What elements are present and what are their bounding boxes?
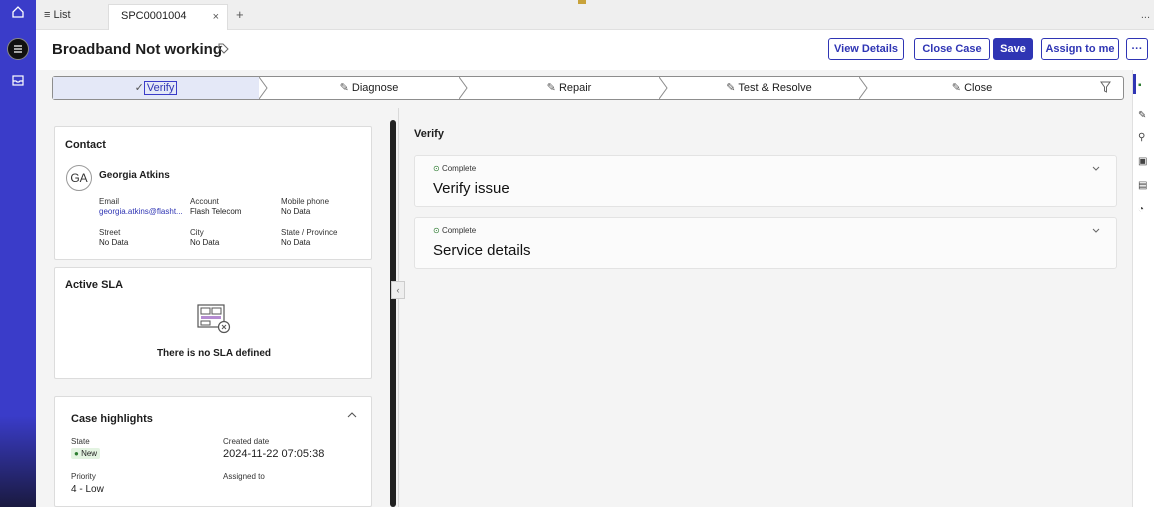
step-close[interactable]: ✎ Close	[869, 77, 1075, 99]
city-label: City	[190, 228, 204, 237]
accordion-title: Service details	[433, 242, 531, 259]
pane-divider	[398, 108, 399, 507]
inbox-icon[interactable]	[8, 72, 28, 92]
location-icon[interactable]: ⚲	[1138, 132, 1145, 143]
left-scrollbar[interactable]	[390, 120, 396, 507]
save-button[interactable]: Save	[993, 38, 1033, 60]
view-details-button[interactable]: View Details	[828, 38, 904, 60]
chevron-down-icon[interactable]	[1092, 164, 1100, 174]
pencil-icon: ✎	[546, 82, 556, 94]
pencil-icon: ✎	[726, 82, 736, 94]
home-icon[interactable]	[8, 4, 28, 24]
street-value: No Data	[99, 238, 129, 247]
step-verify-label: Verify	[143, 81, 178, 95]
pencil-icon: ✎	[339, 82, 349, 94]
step-diagnose-label: Diagnose	[351, 82, 399, 94]
step-repair[interactable]: ✎ Repair	[469, 77, 669, 99]
assign-to-me-button[interactable]: Assign to me	[1041, 38, 1119, 60]
state-field-label: State	[71, 437, 90, 446]
priority-label: Priority	[71, 472, 96, 481]
more-actions-button[interactable]: ···	[1126, 38, 1148, 60]
status-text: Complete	[441, 226, 477, 235]
city-value: No Data	[190, 238, 220, 247]
status-text: Complete	[441, 164, 477, 173]
close-icon[interactable]: ×	[213, 11, 219, 23]
status-badge: ● New	[71, 448, 101, 459]
mobile-value: No Data	[281, 207, 311, 216]
active-indicator	[1133, 74, 1136, 94]
check-icon: ✓	[134, 82, 144, 94]
filter-icon[interactable]	[1100, 81, 1111, 96]
check-circle-icon: ⊙	[433, 226, 440, 235]
step-verify[interactable]: ✓ Verify	[53, 77, 259, 99]
tab-case-label: SPC0001004	[121, 10, 187, 22]
sla-card: Active SLA There is no SLA defined	[54, 267, 372, 379]
app-root: ≡ List SPC0001004 × + ... Broadband Not …	[0, 0, 1154, 507]
list-tab[interactable]: ≡ List	[44, 9, 71, 21]
tab-case[interactable]: SPC0001004 ×	[108, 4, 228, 30]
step-close-label: Close	[964, 82, 993, 94]
close-case-button[interactable]: Close Case	[914, 38, 990, 60]
status-label: ⊙ Complete	[433, 226, 476, 235]
state-label: State / Province	[281, 228, 338, 237]
accordion-title: Verify issue	[433, 180, 510, 197]
process-bar: ✓ Verify ✎ Diagnose ✎ Repair ✎ Test & Res…	[52, 76, 1124, 100]
contact-name[interactable]: Georgia Atkins	[99, 170, 170, 181]
window-marker	[578, 0, 586, 4]
more-icon[interactable]: ...	[1141, 9, 1150, 21]
record-header: Broadband Not working View Details Close…	[36, 30, 1154, 70]
no-sla-icon	[197, 304, 231, 339]
accordion-service-details[interactable]: ⊙ Complete Service details	[414, 217, 1117, 269]
tab-bar: ≡ List SPC0001004 × + ...	[36, 0, 1154, 30]
avatar: GA	[66, 165, 92, 191]
account-label: Account	[190, 197, 219, 206]
state-value: No Data	[281, 238, 311, 247]
image-icon[interactable]: ▣	[1138, 156, 1147, 167]
tag-icon[interactable]	[218, 43, 229, 57]
email-link[interactable]: georgia.atkins@flasht...	[99, 207, 183, 216]
priority-value: 4 - Low	[71, 484, 104, 495]
right-sidebar: ▪ ✎ ⚲ ▣ ▤ ◔	[1132, 70, 1154, 507]
account-value: Flash Telecom	[190, 207, 242, 216]
step-test-resolve[interactable]: ✎ Test & Resolve	[669, 77, 869, 99]
contact-card: Contact GA Georgia Atkins Email georgia.…	[54, 126, 372, 260]
pencil-icon: ✎	[951, 82, 962, 94]
left-rail	[0, 0, 36, 507]
state-field-value: New	[81, 449, 98, 458]
sla-card-title: Active SLA	[65, 279, 124, 291]
status-dot-icon: ●	[74, 449, 79, 458]
step-test-resolve-label: Test & Resolve	[738, 82, 812, 94]
document-icon[interactable]: ▤	[1138, 180, 1147, 191]
history-icon[interactable]: ◔	[1138, 204, 1144, 215]
step-chevron	[659, 77, 668, 99]
step-chevron	[859, 77, 868, 99]
collapse-pane-handle[interactable]: ‹	[391, 281, 405, 299]
created-date-label: Created date	[223, 437, 270, 446]
mobile-label: Mobile phone	[281, 197, 330, 206]
section-title: Verify	[414, 128, 444, 140]
no-sla-text: There is no SLA defined	[156, 348, 272, 359]
chevron-down-icon[interactable]	[1092, 226, 1100, 236]
status-label: ⊙ Complete	[433, 164, 476, 173]
case-highlights-title: Case highlights	[71, 413, 153, 425]
chevron-up-icon[interactable]	[347, 411, 357, 422]
accordion-verify-issue[interactable]: ⊙ Complete Verify issue	[414, 155, 1117, 207]
details-icon[interactable]: ▪	[1138, 80, 1142, 91]
menu-icon[interactable]	[7, 38, 29, 60]
step-repair-label: Repair	[558, 82, 592, 94]
left-column: Contact GA Georgia Atkins Email georgia.…	[52, 120, 374, 507]
add-tab-icon[interactable]: +	[236, 7, 244, 22]
check-circle-icon: ⊙	[433, 164, 440, 173]
assigned-to-label: Assigned to	[223, 472, 265, 481]
step-diagnose[interactable]: ✎ Diagnose	[269, 77, 469, 99]
case-highlights-card: Case highlights State ● New Created date…	[54, 396, 372, 507]
street-label: Street	[99, 228, 121, 237]
attachment-icon[interactable]: ✎	[1138, 110, 1146, 121]
step-chevron	[259, 77, 268, 99]
created-date-value: 2024-11-22 07:05:38	[223, 448, 325, 460]
contact-card-title: Contact	[65, 139, 106, 151]
step-chevron	[459, 77, 468, 99]
page-title: Broadband Not working	[52, 41, 222, 58]
email-label: Email	[99, 197, 120, 206]
